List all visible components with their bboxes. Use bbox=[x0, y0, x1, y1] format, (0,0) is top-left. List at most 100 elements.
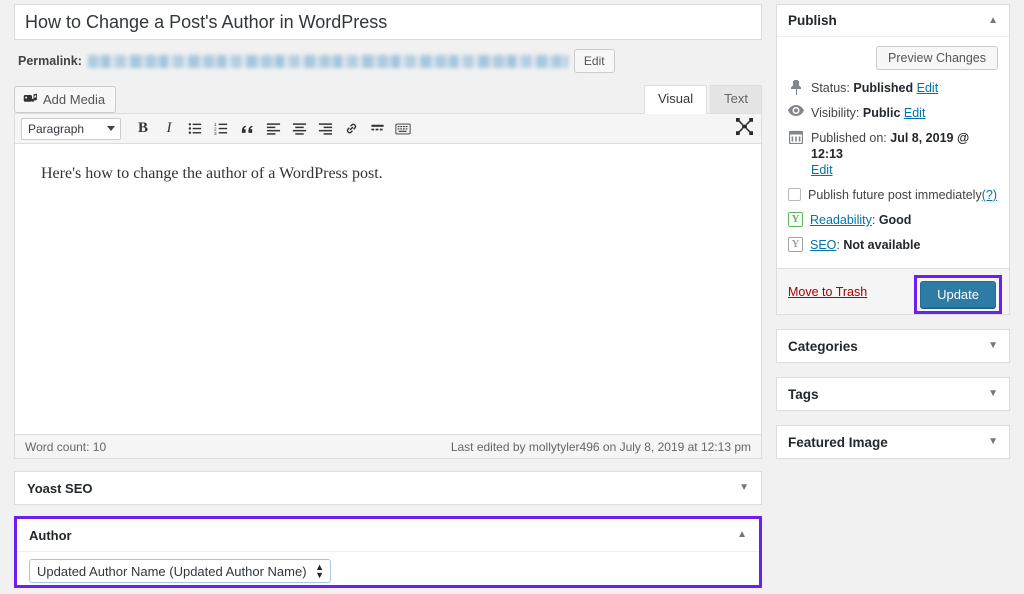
yoast-readability-icon: Y bbox=[788, 212, 803, 227]
status-value: Published bbox=[853, 81, 913, 95]
permalink-url-redacted bbox=[88, 55, 568, 68]
readability-link[interactable]: Readability bbox=[810, 213, 872, 227]
future-post-label: Publish future post immediately bbox=[808, 188, 982, 202]
publish-box-title: Publish bbox=[788, 13, 837, 28]
editor-mode-tabs: Visual Text bbox=[644, 85, 762, 113]
categories-box-title: Categories bbox=[788, 339, 858, 354]
categories-box: Categories ▼ bbox=[776, 329, 1010, 363]
word-count: Word count: 10 bbox=[25, 440, 106, 454]
numbered-list-icon[interactable]: 1 2 3 bbox=[209, 118, 233, 140]
permalink-label: Permalink: bbox=[18, 54, 82, 68]
future-post-text: Publish future post immediately(?) bbox=[808, 187, 997, 203]
add-media-label: Add Media bbox=[43, 92, 105, 107]
move-to-trash-link[interactable]: Move to Trash bbox=[788, 285, 867, 299]
categories-box-header[interactable]: Categories ▼ bbox=[777, 330, 1009, 362]
publish-box: Publish ▲ Preview Changes Status: Publis… bbox=[776, 4, 1010, 315]
align-left-icon[interactable] bbox=[261, 118, 285, 140]
readability-separator: : bbox=[872, 213, 875, 227]
editor-box: Paragraph B I 1 2 bbox=[14, 113, 762, 459]
status-text: Status: Published Edit bbox=[811, 80, 938, 96]
author-panel-title: Author bbox=[29, 528, 72, 543]
svg-text:3: 3 bbox=[214, 131, 217, 136]
seo-link[interactable]: SEO bbox=[810, 238, 836, 252]
author-panel-body: Updated Author Name (Updated Author Name… bbox=[17, 552, 759, 590]
permalink-row: Permalink: Edit bbox=[14, 49, 762, 73]
published-on-text: Published on: Jul 8, 2019 @ 12:13 Edit bbox=[811, 130, 998, 178]
post-title-input[interactable] bbox=[23, 12, 753, 33]
yoast-seo-panel-header[interactable]: Yoast SEO ▼ bbox=[15, 472, 761, 504]
update-button[interactable]: Update bbox=[920, 281, 996, 308]
editor-sidebar: Publish ▲ Preview Changes Status: Publis… bbox=[776, 4, 1010, 473]
status-row: Status: Published Edit bbox=[788, 80, 998, 96]
yoast-seo-panel: Yoast SEO ▼ bbox=[14, 471, 762, 505]
chevron-down-icon[interactable]: ▼ bbox=[988, 389, 998, 399]
permalink-edit-button[interactable]: Edit bbox=[574, 49, 615, 73]
featured-image-box-header[interactable]: Featured Image ▼ bbox=[777, 426, 1009, 458]
align-right-icon[interactable] bbox=[313, 118, 337, 140]
published-on-label: Published on: bbox=[811, 131, 887, 145]
tags-box-header[interactable]: Tags ▼ bbox=[777, 378, 1009, 410]
visibility-edit-link[interactable]: Edit bbox=[904, 106, 926, 120]
chevron-up-icon[interactable]: ▲ bbox=[988, 16, 998, 26]
last-edited-text: Last edited by mollytyler496 on July 8, … bbox=[451, 440, 751, 454]
editor-status-bar: Word count: 10 Last edited by mollytyler… bbox=[15, 434, 761, 458]
editor-content-area[interactable]: Here's how to change the author of a Wor… bbox=[15, 144, 761, 434]
publish-box-body: Preview Changes Status: Published Edit bbox=[777, 37, 1009, 268]
visibility-row: Visibility: Public Edit bbox=[788, 105, 998, 121]
eye-icon bbox=[788, 105, 804, 116]
calendar-icon bbox=[788, 130, 804, 144]
readability-row: Y Readability: Good bbox=[788, 212, 998, 228]
chevron-up-icon[interactable]: ▲ bbox=[737, 530, 747, 540]
chevron-down-icon[interactable]: ▼ bbox=[988, 437, 998, 447]
paragraph-format-select[interactable]: Paragraph bbox=[21, 118, 121, 140]
paragraph-format-select-wrapper[interactable]: Paragraph bbox=[21, 118, 121, 140]
post-title-field-wrapper[interactable] bbox=[14, 4, 762, 40]
future-post-row: Publish future post immediately(?) bbox=[788, 187, 998, 203]
seo-text: SEO: Not available bbox=[810, 237, 921, 253]
blockquote-icon[interactable] bbox=[235, 118, 259, 140]
add-media-icon bbox=[23, 92, 38, 107]
preview-changes-button[interactable]: Preview Changes bbox=[876, 46, 998, 70]
publish-box-header[interactable]: Publish ▲ bbox=[777, 5, 1009, 37]
preview-row: Preview Changes bbox=[788, 46, 998, 70]
toolbar-toggle-icon[interactable] bbox=[391, 118, 415, 140]
wordpress-classic-editor-screen: Permalink: Edit Add Media Visual Text bbox=[0, 0, 1024, 594]
author-panel: Author ▲ Updated Author Name (Updated Au… bbox=[14, 516, 762, 588]
future-post-help-link[interactable]: (?) bbox=[982, 188, 997, 202]
bulleted-list-icon[interactable] bbox=[183, 118, 207, 140]
author-select-wrapper[interactable]: Updated Author Name (Updated Author Name… bbox=[29, 559, 331, 583]
tab-visual[interactable]: Visual bbox=[644, 85, 707, 114]
post-editor-column: Permalink: Edit Add Media Visual Text bbox=[14, 4, 762, 505]
chevron-down-icon[interactable]: ▼ bbox=[988, 341, 998, 351]
tab-text[interactable]: Text bbox=[710, 85, 762, 113]
visibility-text: Visibility: Public Edit bbox=[811, 105, 925, 121]
visibility-label: Visibility: bbox=[811, 106, 859, 120]
editor-toolbar: Paragraph B I 1 2 bbox=[15, 114, 761, 144]
distraction-free-icon[interactable] bbox=[736, 118, 753, 138]
update-button-highlight: Update bbox=[914, 275, 1002, 314]
author-panel-header[interactable]: Author ▲ bbox=[17, 519, 759, 552]
featured-image-box: Featured Image ▼ bbox=[776, 425, 1010, 459]
chevron-down-icon[interactable]: ▼ bbox=[739, 483, 749, 493]
featured-image-box-title: Featured Image bbox=[788, 435, 888, 450]
seo-separator: : bbox=[836, 238, 839, 252]
italic-icon[interactable]: I bbox=[157, 118, 181, 140]
media-and-tabs-row: Add Media Visual Text bbox=[14, 83, 762, 113]
author-select[interactable]: Updated Author Name (Updated Author Name… bbox=[29, 559, 331, 583]
pin-icon bbox=[788, 80, 804, 95]
yoast-seo-icon: Y bbox=[788, 237, 803, 252]
add-media-button[interactable]: Add Media bbox=[14, 86, 116, 113]
align-center-icon[interactable] bbox=[287, 118, 311, 140]
seo-row: Y SEO: Not available bbox=[788, 237, 998, 253]
readability-text: Readability: Good bbox=[810, 212, 911, 228]
published-on-edit-link[interactable]: Edit bbox=[811, 163, 833, 177]
publish-future-post-checkbox[interactable] bbox=[788, 188, 801, 201]
visibility-value: Public bbox=[863, 106, 901, 120]
yoast-seo-panel-title: Yoast SEO bbox=[27, 481, 93, 496]
readability-value: Good bbox=[879, 213, 912, 227]
tags-box-title: Tags bbox=[788, 387, 819, 402]
status-edit-link[interactable]: Edit bbox=[917, 81, 939, 95]
read-more-icon[interactable] bbox=[365, 118, 389, 140]
link-icon[interactable] bbox=[339, 118, 363, 140]
bold-icon[interactable]: B bbox=[131, 118, 155, 140]
